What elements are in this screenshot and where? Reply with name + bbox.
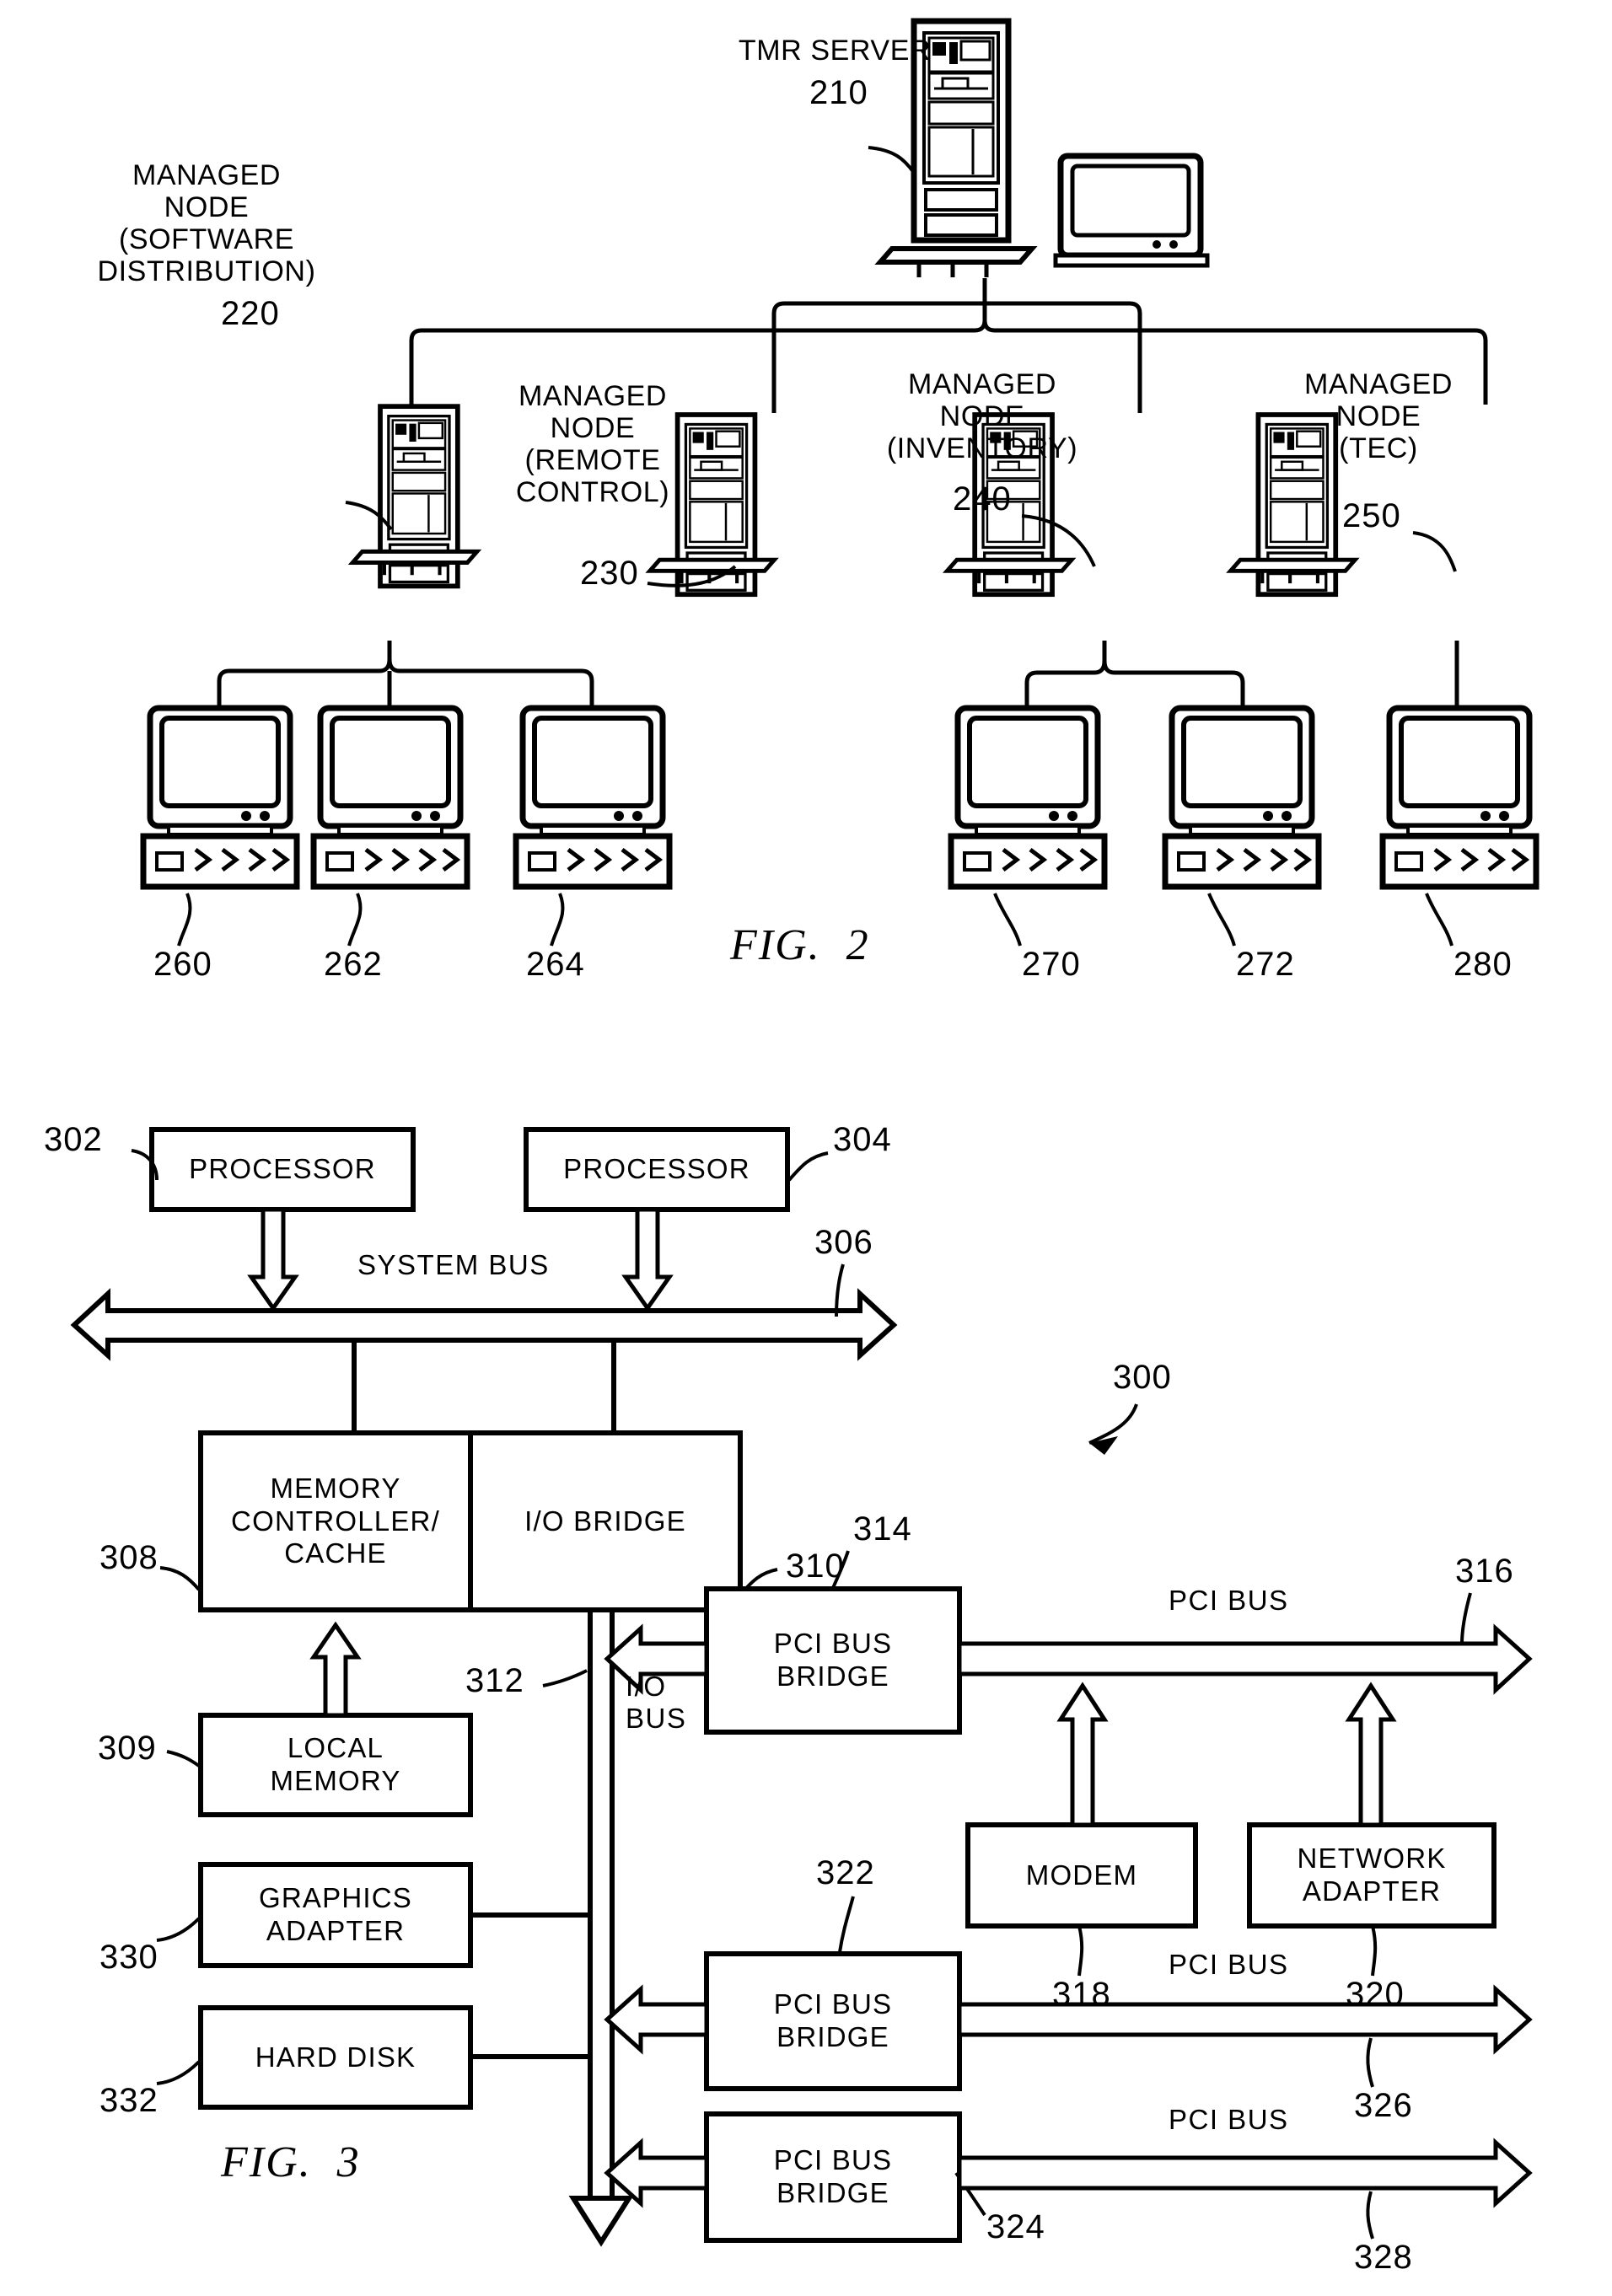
graphics-adapter-ref: 330 [99,1939,159,1976]
pci-bus-316-label: PCI BUS [1169,1585,1289,1616]
system-bus-ref: 306 [814,1224,873,1261]
pci-bus-328-ref: 328 [1354,2239,1413,2276]
processor-1-box [149,1127,416,1212]
pci-bus-bridge-2-ref: 322 [816,1854,875,1891]
local-memory-ref: 309 [98,1730,157,1767]
graphics-adapter-box [198,1862,473,1968]
managed-node-220-label-line4: DISTRIBUTION) [97,255,316,287]
processor-1-ref: 302 [44,1121,103,1158]
memory-controller-ref: 308 [99,1539,159,1576]
hard-disk-ref: 332 [99,2082,159,2119]
system-300-ref: 300 [1113,1359,1172,1396]
managed-node-240-label-line2: NODE [939,400,1025,432]
managed-node-250-label-line1: MANAGED [1303,368,1453,400]
pci-bridge-3-left-arrow [604,2138,709,2208]
workstation-270-icon [951,708,1104,887]
managed-node-230-label-line1: MANAGED [518,380,668,412]
workstation-262-ref: 262 [324,946,383,983]
system-bus-label: SYSTEM BUS [357,1249,550,1280]
network-adapter-arrow [1345,1682,1397,1827]
modem-arrow [1056,1682,1109,1827]
workstation-272-ref: 272 [1236,946,1295,983]
workstation-272-icon [1165,708,1319,887]
pci-bus-328-arrow [957,2138,1533,2208]
tmr-server-ref: 210 [809,74,868,111]
managed-node-220-label-line2: NODE [164,191,250,223]
workstation-260-ref: 260 [153,946,212,983]
pci-bus-bridge-3-box [704,2111,962,2243]
managed-node-220-icon [352,406,477,586]
managed-node-230-label-line4: CONTROL) [515,476,670,508]
workstation-280-ref: 280 [1453,946,1513,983]
pci-bus-316-arrow [957,1623,1533,1695]
workstation-270-ref: 270 [1022,946,1081,983]
pci-bus-316-ref: 316 [1455,1553,1514,1590]
figure-linework [70,0,1612,2247]
workstation-264-icon [516,708,669,887]
pci-bus-bridge-3-ref: 324 [986,2208,1045,2245]
io-bridge-ref: 310 [786,1548,845,1585]
managed-node-220-label-line1: MANAGED [132,159,282,191]
pci-bus-328-label: PCI BUS [1169,2104,1289,2135]
managed-node-240-ref: 240 [953,480,1012,518]
processor-2-arrow [621,1207,674,1312]
managed-node-230-label-line3: (REMOTE [524,444,661,476]
managed-node-230-ref: 230 [580,555,639,592]
workstation-260-icon [143,708,297,887]
processor-2-box [524,1127,790,1212]
managed-node-240-label-line1: MANAGED [907,368,1057,400]
processor-1-arrow [247,1207,299,1312]
managed-node-230-label-line2: NODE [550,412,636,444]
workstation-264-ref: 264 [526,946,585,983]
network-adapter-ref: 320 [1346,1976,1405,2013]
managed-node-220-label-line3: (SOFTWARE [118,223,295,255]
pci-bus-326-ref: 326 [1354,2087,1413,2124]
pci-bus-326-label: PCI BUS [1169,1949,1289,1980]
pci-bridge-2-left-arrow [604,1984,709,2055]
processor-2-ref: 304 [833,1121,892,1158]
pci-bus-bridge-1-ref: 314 [853,1510,912,1548]
pci-bus-bridge-1-box [704,1586,962,1735]
workstation-280-icon [1383,708,1536,887]
io-bus-label: I/O BUS [626,1671,687,1734]
modem-box [965,1822,1198,1929]
modem-ref: 318 [1052,1976,1111,2013]
managed-node-240-label-line3: (INVENTORY) [886,432,1078,464]
local-memory-box [198,1713,473,1817]
pci-bus-bridge-2-box [704,1951,962,2091]
system-bus-arrow [70,1288,898,1361]
network-adapter-box [1247,1822,1496,1929]
managed-node-220-ref: 220 [221,295,280,332]
io-bus-ref: 312 [465,1662,524,1699]
managed-node-250-label-line2: NODE [1335,400,1421,432]
patent-figure-sheet: TMR SERVER 210 MANAGED NODE (SOFTWARE DI… [0,0,1612,2296]
pci-bus-326-arrow [957,1984,1533,2055]
managed-node-250-ref: 250 [1342,497,1401,534]
figure-2-caption: FIG. 2 [730,921,870,969]
managed-node-250-label-line3: (TEC) [1339,432,1418,464]
io-bus-arrowhead [568,2196,634,2247]
figure-3-caption: FIG. 3 [221,2138,361,2186]
tmr-server-label: TMR SERVER [738,35,932,67]
workstation-262-icon [314,708,467,887]
local-memory-arrow [309,1621,362,1718]
hard-disk-box [198,2005,473,2110]
